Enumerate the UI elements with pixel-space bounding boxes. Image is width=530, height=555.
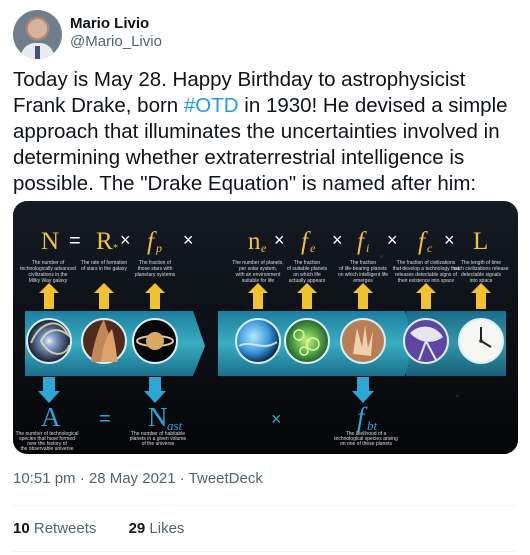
label-fe: The fraction of suitable planets on which … [287, 260, 328, 284]
yellow-arrows [39, 283, 491, 309]
bottom-equals: = [99, 408, 111, 430]
eq-fc-sub: c [427, 241, 433, 255]
cave-art-image [340, 318, 386, 364]
eq-fi-sub: i [366, 241, 369, 255]
tweet-timestamp[interactable]: 10:51 pm · 28 May 2021 · TweetDeck [13, 470, 263, 487]
label-N: The number of technologically advanced civ… [20, 260, 76, 284]
eq-fp-sub: p [155, 241, 162, 255]
eq-equals: = [69, 230, 81, 252]
label-fi: The fraction of life-bearing planets on wh… [338, 260, 388, 284]
tweet-text: Today is May 28. Happy Birthday to astro… [13, 67, 518, 197]
eq-ne-sub: e [261, 241, 267, 255]
clock-image [458, 318, 504, 364]
radio-telescope-image [403, 318, 449, 364]
retweets-count: 10 [13, 520, 30, 537]
eq-times-3: × [274, 230, 285, 250]
bottom-divider [13, 551, 517, 552]
label-fc: The fraction of civilizations that develo… [393, 260, 460, 284]
tweet: Mario Livio @Mario_Livio Today is May 28… [0, 0, 530, 555]
author-avatar[interactable] [13, 10, 62, 59]
saturn-image [132, 318, 178, 364]
eq-times-2: × [183, 230, 194, 250]
avatar-tie [35, 46, 40, 59]
eq-times-1: × [120, 230, 131, 250]
eq-R: R [96, 228, 113, 255]
eq-times-4: × [332, 230, 343, 250]
eq-L: L [473, 228, 488, 255]
eq-R-star: * [113, 243, 118, 254]
bottom-label-N: The number of habitable planets in a give… [130, 431, 187, 447]
top-divider [13, 505, 517, 506]
author-handle[interactable]: @Mario_Livio [70, 33, 162, 50]
drake-equation-svg: N = R * × f p × n e × f e × f i × f c × … [15, 228, 508, 452]
eq-fe-sub: e [310, 241, 316, 255]
eq-times-5: × [387, 230, 398, 250]
label-ne: The number of planets, per solar system, w… [232, 260, 283, 284]
bottom-label-A: The number of technological species that … [15, 431, 78, 452]
microbe-image [284, 318, 330, 364]
drake-equation-image[interactable]: N = R * × f p × n e × f e × f i × f c × … [13, 201, 518, 454]
likes-count: 29 [128, 520, 146, 537]
ocean-planet-image [235, 318, 281, 364]
author-name[interactable]: Mario Livio [70, 15, 149, 32]
bottom-A: A [41, 402, 61, 432]
nebula-image [81, 318, 127, 364]
likes-stat[interactable]: 29 Likes [129, 520, 185, 537]
eq-times-6: × [444, 230, 455, 250]
tweet-stats: 10 Retweets 29 Likes [13, 520, 212, 537]
eq-ne-n: n [248, 228, 261, 255]
bottom-N: N [148, 402, 168, 432]
bottom-times: × [271, 409, 282, 429]
galaxy-image [26, 318, 72, 364]
eq-N: N [41, 228, 59, 255]
likes-label: Likes [145, 520, 185, 537]
label-R: The rate of formation of stars in the gal… [81, 260, 128, 272]
hashtag-link[interactable]: #OTD [184, 94, 239, 117]
label-fp: The fraction of those stars with planetary… [135, 260, 176, 278]
retweets-stat[interactable]: 10 Retweets [13, 520, 96, 537]
bottom-label-f: The likelihood of a technological species… [334, 431, 398, 447]
label-L: The length of time such civilizations rel… [453, 260, 508, 284]
retweets-label: Retweets [29, 520, 97, 537]
blue-arrows [38, 377, 374, 403]
